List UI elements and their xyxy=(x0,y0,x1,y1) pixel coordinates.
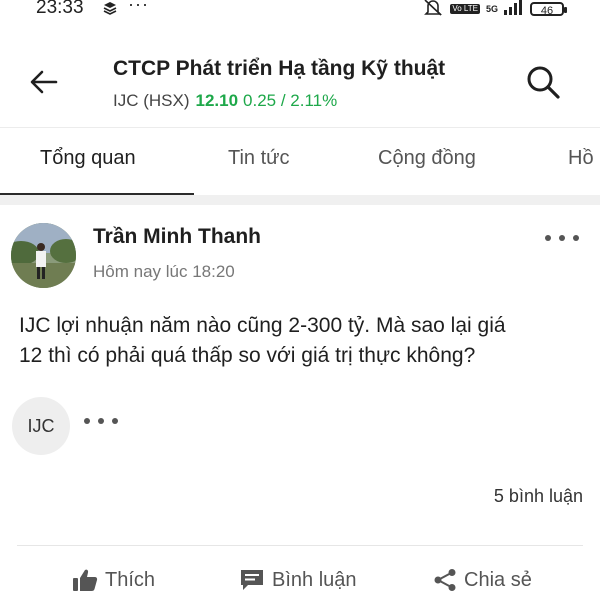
tab-community[interactable]: Cộng đồng xyxy=(378,147,476,170)
avatar[interactable] xyxy=(11,223,76,288)
post-card: Trần Minh Thanh Hôm nay lúc 18:20 IJC lợ… xyxy=(0,205,600,600)
share-icon xyxy=(434,569,456,591)
status-bar: 23:33 ··· Vo LTE 5G 46 xyxy=(0,0,600,20)
like-button[interactable]: Thích xyxy=(72,565,155,595)
volte-badge: Vo LTE xyxy=(450,4,480,14)
comment-label: Bình luận xyxy=(272,568,357,591)
tab-profile[interactable]: Hồ xyxy=(568,147,594,170)
signal-icon xyxy=(504,0,524,20)
post-timestamp: Hôm nay lúc 18:20 xyxy=(93,262,235,281)
mute-alarm-icon xyxy=(422,0,444,21)
share-button[interactable]: Chia sẻ xyxy=(433,565,532,595)
status-time: 23:33 xyxy=(36,0,84,18)
status-right-group: Vo LTE 5G 46 xyxy=(422,0,567,21)
share-label: Chia sẻ xyxy=(464,568,532,591)
network-type: 5G xyxy=(485,4,498,14)
price-change: 0.25 / 2.11% xyxy=(243,91,338,110)
thumbs-up-icon xyxy=(73,569,98,591)
post-actions: Thích Bình luận Chia sẻ xyxy=(0,560,600,600)
ticker-line: IJC (HSX) 12.10 0.25 / 2.11% xyxy=(113,91,337,111)
arrow-left-icon xyxy=(30,70,58,94)
search-button[interactable] xyxy=(523,62,563,102)
layers-icon xyxy=(103,1,117,20)
like-label: Thích xyxy=(105,568,156,591)
company-name: CTCP Phát triển Hạ tầng Kỹ thuật xyxy=(113,57,446,80)
author-name[interactable]: Trần Minh Thanh xyxy=(93,225,261,249)
tab-news[interactable]: Tin tức xyxy=(228,147,290,170)
tag-more-button[interactable] xyxy=(80,410,122,432)
more-horizontal-icon xyxy=(545,235,579,241)
post-body: IJC lợi nhuận năm nào cũng 2-300 tỷ. Mà … xyxy=(19,311,591,371)
ticker-symbol: IJC (HSX) xyxy=(113,91,190,110)
more-horizontal-icon xyxy=(84,418,118,424)
status-more-icon: ··· xyxy=(128,0,149,14)
stock-price: 12.10 xyxy=(195,91,239,110)
ticker-tag[interactable]: IJC xyxy=(12,397,70,455)
post-body-line: 12 thì có phải quá thấp so với giá trị t… xyxy=(19,344,476,367)
chat-bubble-icon xyxy=(241,570,263,590)
battery-icon: 46 xyxy=(530,2,567,17)
divider xyxy=(17,545,583,546)
stock-header: CTCP Phát triển Hạ tầng Kỹ thuật IJC (HS… xyxy=(0,40,600,126)
search-icon xyxy=(527,66,560,99)
post-menu-button[interactable] xyxy=(542,227,582,249)
section-separator xyxy=(0,195,600,205)
comment-button[interactable]: Bình luận xyxy=(239,565,357,595)
tab-bar: Tổng quan Tin tức Cộng đồng Hồ xyxy=(0,127,600,196)
post-body-line: IJC lợi nhuận năm nào cũng 2-300 tỷ. Mà … xyxy=(19,314,506,337)
comment-count[interactable]: 5 bình luận xyxy=(494,486,583,507)
tab-overview[interactable]: Tổng quan xyxy=(40,147,136,170)
back-button[interactable] xyxy=(26,64,62,100)
